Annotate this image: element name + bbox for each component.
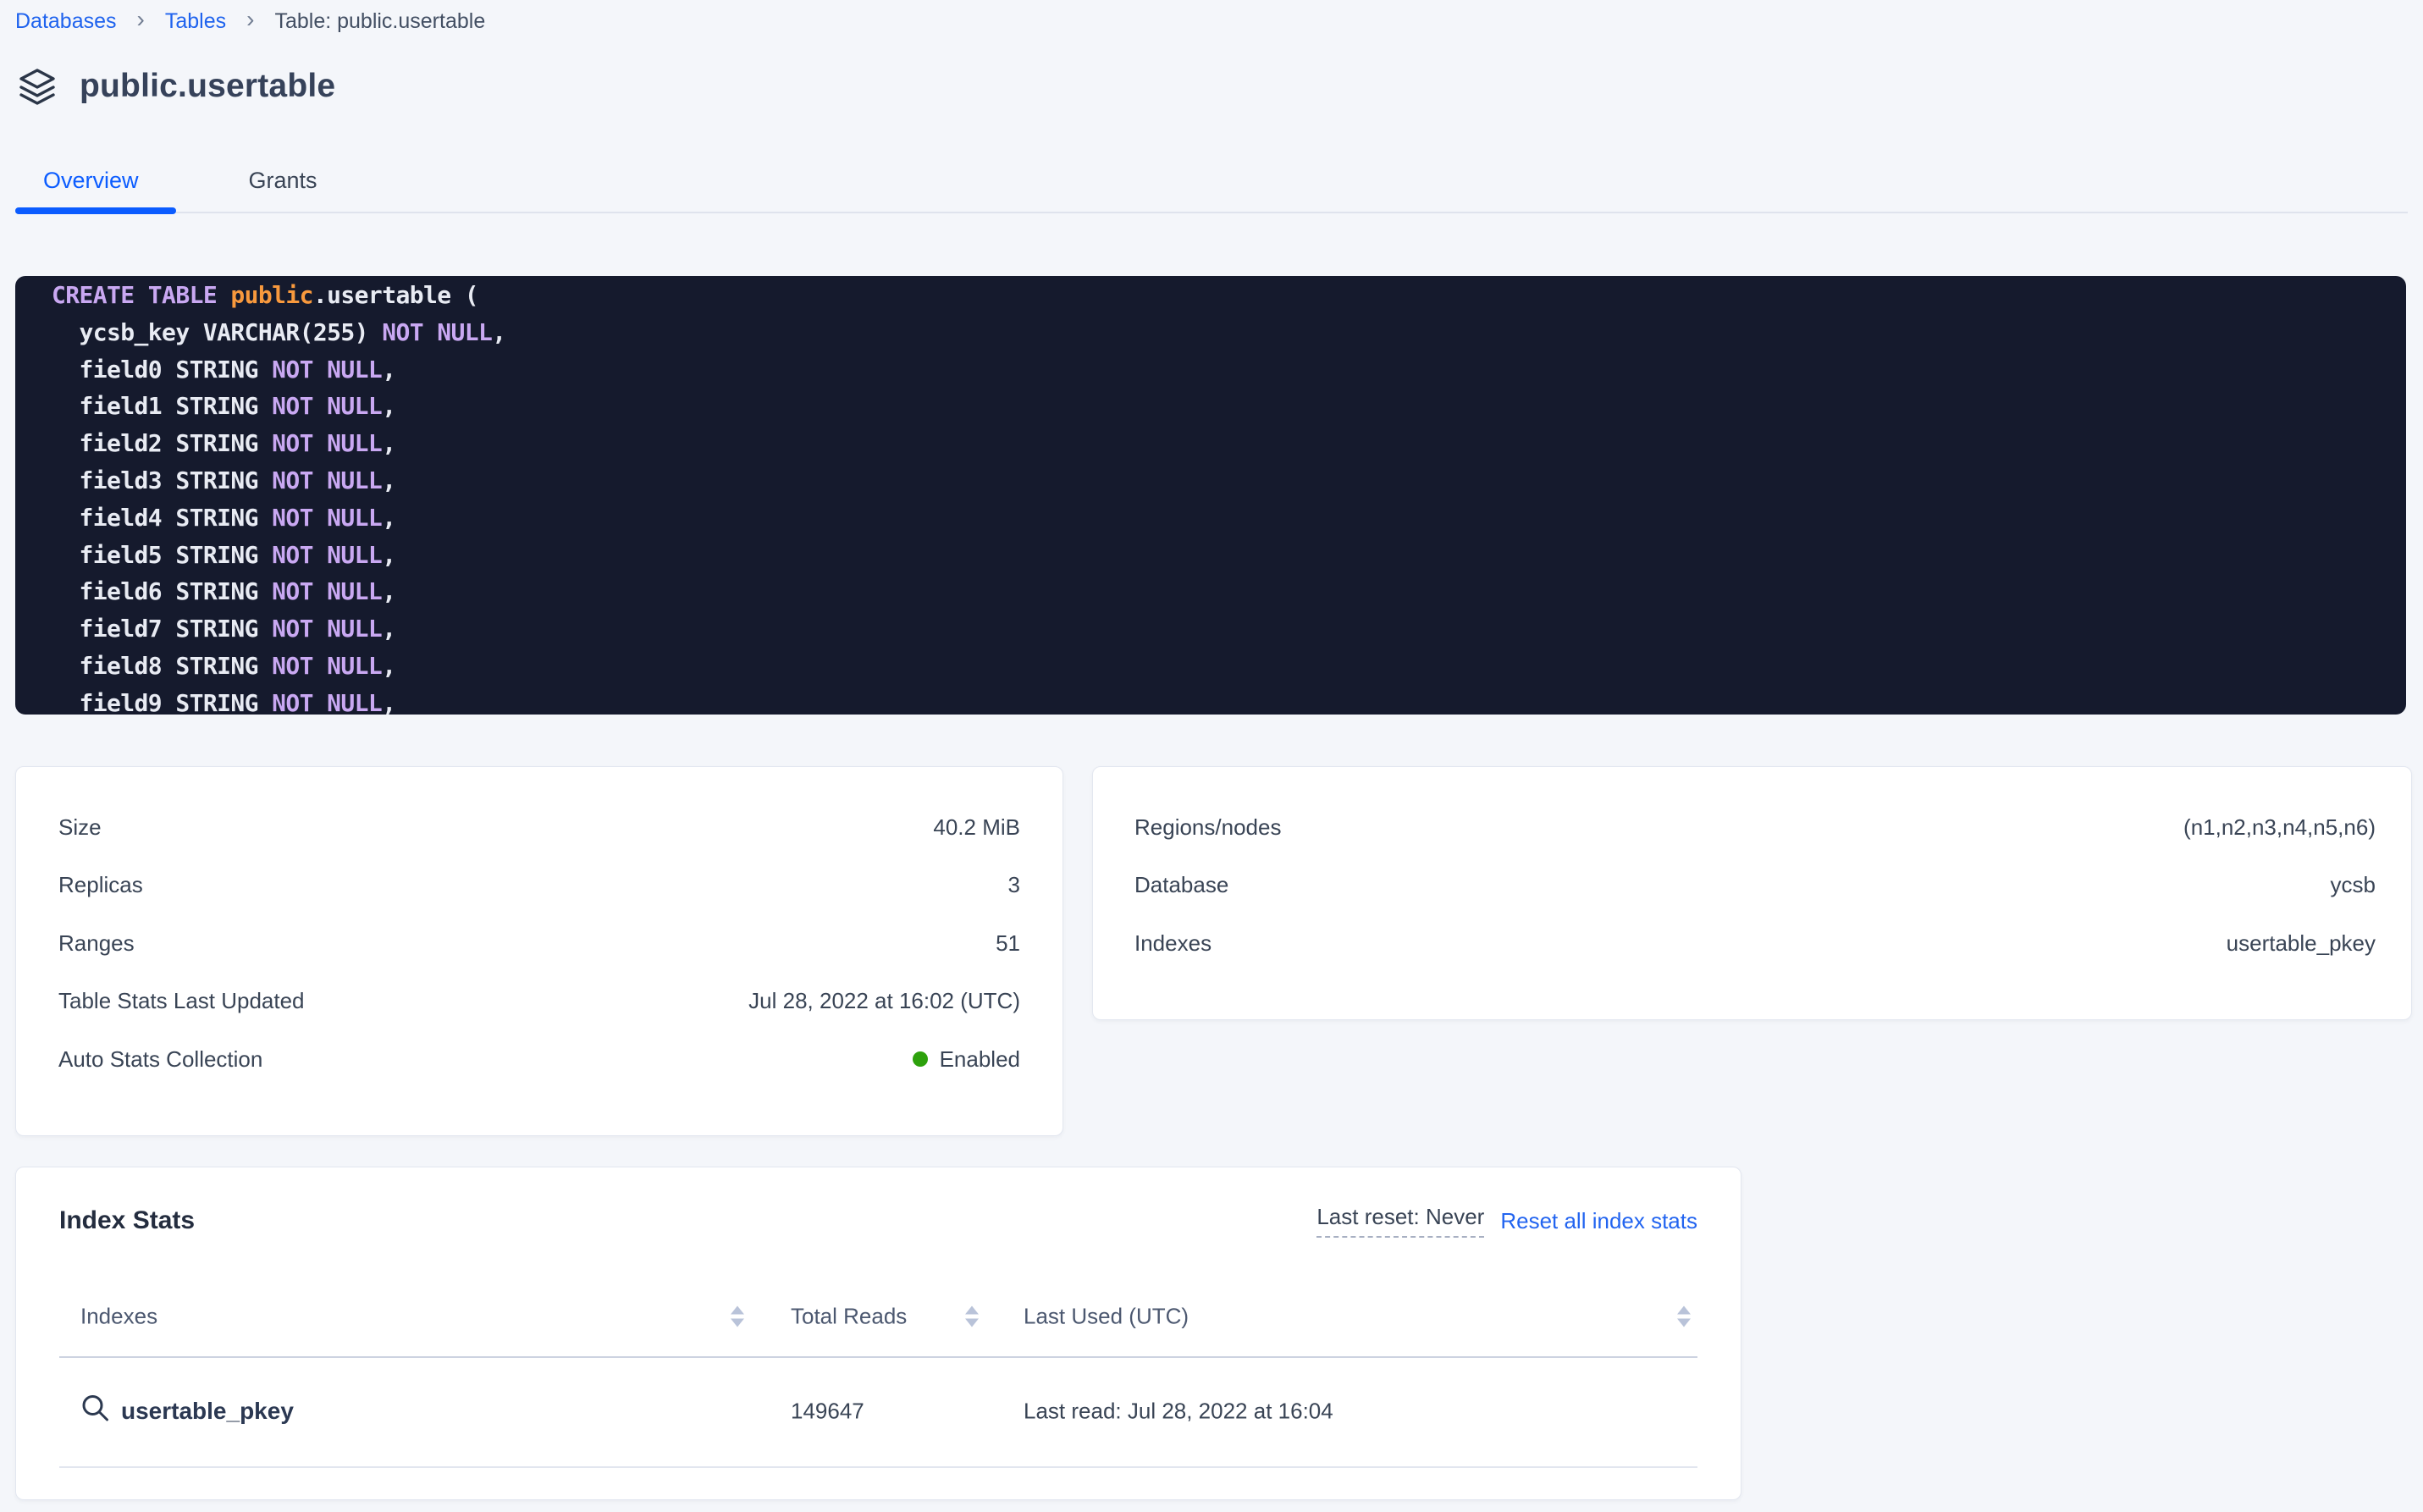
last-reset-label[interactable]: Last reset: Never bbox=[1316, 1204, 1484, 1238]
stat-value: Jul 28, 2022 at 16:02 (UTC) bbox=[748, 988, 1020, 1014]
table-detail-page: Databases › Tables › Table: public.usert… bbox=[0, 0, 2423, 1512]
index-stats-header: Index Stats Last reset: Never Reset all … bbox=[59, 1201, 1697, 1240]
breadcrumb-separator-icon: › bbox=[137, 5, 145, 34]
magnifier-icon bbox=[80, 1393, 112, 1431]
total-reads-value: 149647 bbox=[791, 1399, 864, 1425]
sql-code: CREATE TABLE public.usertable ( ycsb_key… bbox=[52, 277, 2406, 715]
tab-grants[interactable]: Grants bbox=[221, 159, 345, 201]
create-statement-block: CREATE TABLE public.usertable ( ycsb_key… bbox=[15, 276, 2406, 715]
sort-last-used-icon[interactable] bbox=[1677, 1305, 1691, 1327]
index-table-header: Indexes Total Reads Last Used (UTC) bbox=[59, 1276, 1697, 1358]
stat-value: 51 bbox=[996, 930, 1020, 957]
table-details-card: Size 40.2 MiB Replicas 3 Ranges 51 Table… bbox=[15, 766, 1063, 1136]
index-stats-controls: Last reset: Never Reset all index stats bbox=[1316, 1204, 1697, 1238]
column-header-total-reads[interactable]: Total Reads bbox=[791, 1303, 907, 1329]
stat-label: Table Stats Last Updated bbox=[58, 988, 305, 1014]
tab-overview[interactable]: Overview bbox=[15, 159, 167, 201]
sort-total-reads-icon[interactable] bbox=[965, 1305, 979, 1327]
stat-value: ycsb bbox=[2331, 872, 2376, 898]
stat-value: 40.2 MiB bbox=[933, 814, 1020, 841]
stat-row: Database ycsb bbox=[1134, 857, 2376, 915]
breadcrumb-tables[interactable]: Tables bbox=[165, 5, 226, 37]
tab-bar: Overview Grants bbox=[15, 159, 345, 201]
stat-row: Regions/nodes (n1,n2,n3,n4,n5,n6) bbox=[1134, 798, 2376, 857]
stat-label: Database bbox=[1134, 872, 1228, 898]
breadcrumb-databases[interactable]: Databases bbox=[15, 5, 117, 37]
stat-row: Replicas 3 bbox=[58, 857, 1020, 915]
breadcrumb-separator-icon: › bbox=[246, 5, 254, 34]
sort-indexes-icon[interactable] bbox=[731, 1305, 744, 1327]
index-stats-title: Index Stats bbox=[59, 1206, 195, 1235]
stat-label: Size bbox=[58, 814, 102, 841]
index-stats-card: Index Stats Last reset: Never Reset all … bbox=[15, 1167, 1741, 1500]
breadcrumb-current: Table: public.usertable bbox=[274, 5, 485, 37]
reset-index-stats-link[interactable]: Reset all index stats bbox=[1500, 1208, 1697, 1234]
status-enabled-dot-icon bbox=[913, 1051, 928, 1067]
column-header-indexes[interactable]: Indexes bbox=[80, 1303, 157, 1329]
stat-label: Ranges bbox=[58, 930, 135, 957]
stat-label: Auto Stats Collection bbox=[58, 1046, 262, 1073]
column-header-last-used[interactable]: Last Used (UTC) bbox=[1024, 1303, 1189, 1329]
stat-row: Indexes usertable_pkey bbox=[1134, 914, 2376, 973]
stat-value: usertable_pkey bbox=[2227, 930, 2376, 957]
page-title: public.usertable bbox=[80, 68, 335, 105]
stat-label: Indexes bbox=[1134, 930, 1212, 957]
stat-value: 3 bbox=[1008, 872, 1020, 898]
table-location-card: Regions/nodes (n1,n2,n3,n4,n5,n6) Databa… bbox=[1092, 766, 2412, 1020]
table-row[interactable]: usertable_pkey 149647 Last read: Jul 28,… bbox=[59, 1356, 1697, 1468]
index-name-link[interactable]: usertable_pkey bbox=[121, 1398, 294, 1425]
stat-row: Size 40.2 MiB bbox=[58, 798, 1020, 857]
active-tab-underline bbox=[15, 207, 176, 214]
stat-row: Ranges 51 bbox=[58, 914, 1020, 973]
auto-stats-status: Enabled bbox=[913, 1046, 1020, 1073]
breadcrumb: Databases › Tables › Table: public.usert… bbox=[15, 5, 485, 37]
stat-row: Auto Stats Collection Enabled bbox=[58, 1030, 1020, 1089]
stat-value: (n1,n2,n3,n4,n5,n6) bbox=[2183, 814, 2376, 841]
stat-label: Replicas bbox=[58, 872, 143, 898]
stat-label: Regions/nodes bbox=[1134, 814, 1281, 841]
stat-row: Table Stats Last Updated Jul 28, 2022 at… bbox=[58, 973, 1020, 1031]
page-title-row: public.usertable bbox=[17, 66, 335, 107]
last-used-value: Last read: Jul 28, 2022 at 16:04 bbox=[1024, 1399, 1333, 1425]
tab-divider bbox=[15, 212, 2408, 213]
stack-icon bbox=[17, 66, 58, 107]
